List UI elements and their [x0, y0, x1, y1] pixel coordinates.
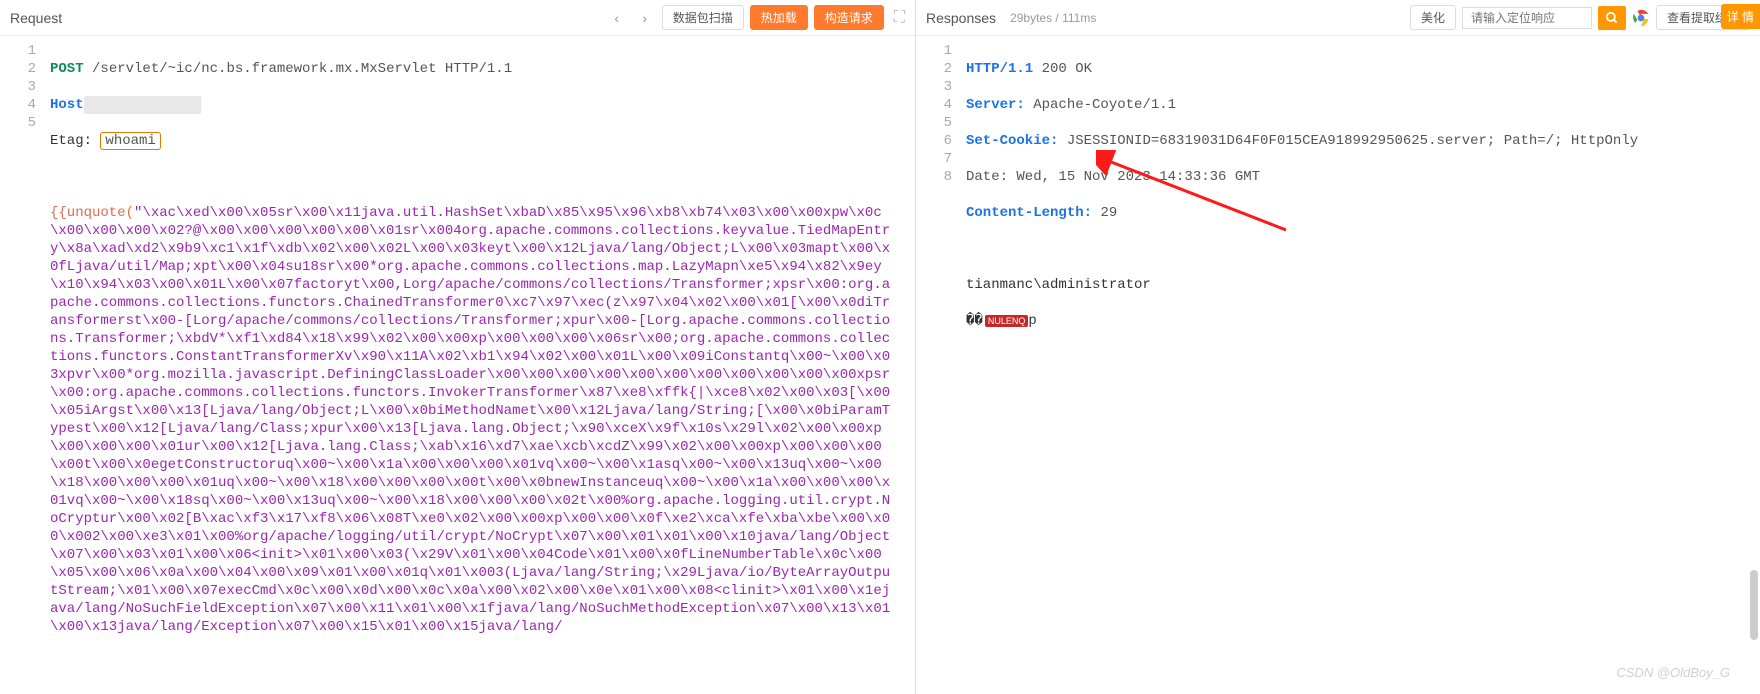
host-header: Host [50, 97, 84, 113]
request-panel: Request ‹ › 数据包扫描 热加载 构造请求 ⛶ 12345 POST … [0, 0, 916, 694]
scan-button[interactable]: 数据包扫描 [662, 5, 744, 30]
nul-badge: NULENQ [985, 315, 1029, 327]
response-panel: Responses 29bytes / 111ms 美化 查看提取结果 详 情 … [916, 0, 1760, 694]
next-button[interactable]: › [634, 7, 656, 29]
request-editor[interactable]: 12345 POST /servlet/~ic/nc.bs.framework.… [0, 36, 915, 694]
request-code[interactable]: POST /servlet/~ic/nc.bs.framework.mx.MxS… [50, 42, 915, 694]
request-title: Request [10, 10, 62, 26]
http-method: POST [50, 61, 84, 77]
expand-icon[interactable]: ⛶ [894, 9, 905, 27]
detail-button[interactable]: 详 情 [1721, 4, 1760, 29]
template-open: {{unquote( [50, 205, 134, 221]
request-header: Request ‹ › 数据包扫描 热加载 构造请求 ⛶ [0, 0, 915, 36]
search-icon [1605, 11, 1619, 25]
request-gutter: 12345 [0, 42, 50, 694]
request-path: /servlet/~ic/nc.bs.framework.mx.MxServle… [92, 61, 436, 77]
hotload-button[interactable]: 热加载 [750, 5, 808, 30]
response-stats: 29bytes / 111ms [1010, 11, 1096, 25]
response-search-input[interactable] [1462, 7, 1592, 29]
etag-value: whoami [100, 132, 160, 150]
host-value-blurred: : ████████████ [84, 96, 202, 114]
response-header: Responses 29bytes / 111ms 美化 查看提取结果 [916, 0, 1760, 36]
construct-button[interactable]: 构造请求 [814, 5, 884, 30]
chrome-icon[interactable] [1632, 9, 1650, 27]
etag-header: Etag [50, 133, 84, 149]
response-gutter: 12345678 [916, 42, 966, 694]
response-editor[interactable]: 12345678 HTTP/1.1 200 OK Server: Apache-… [916, 36, 1760, 694]
response-code[interactable]: HTTP/1.1 200 OK Server: Apache-Coyote/1.… [966, 42, 1760, 694]
prev-button[interactable]: ‹ [606, 7, 628, 29]
payload-body: "\xac\xed\x00\x05sr\x00\x11java.util.Has… [50, 205, 890, 635]
response-title: Responses [926, 10, 996, 26]
watermark: CSDN @OldBoy_G [1616, 665, 1730, 680]
response-body-line: tianmanc\administrator [966, 277, 1151, 293]
beautify-button[interactable]: 美化 [1410, 5, 1456, 30]
search-button[interactable] [1598, 6, 1626, 30]
